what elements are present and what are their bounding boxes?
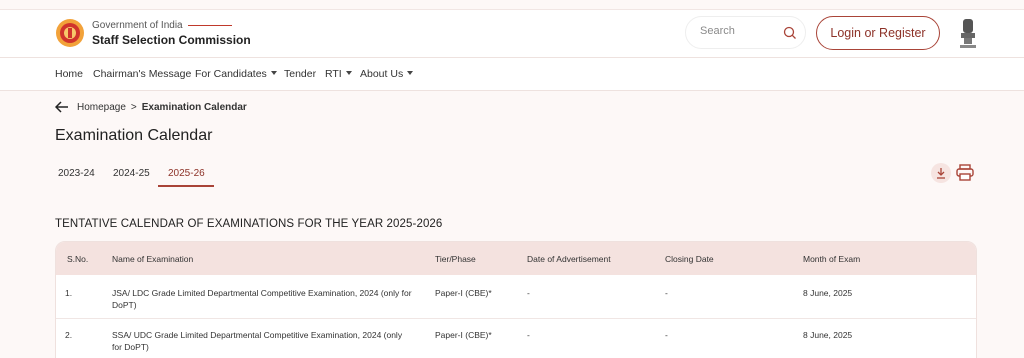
nav-tender[interactable]: Tender: [284, 68, 316, 80]
caret-down-icon: [407, 71, 414, 75]
table-row: 1. JSA/ LDC Grade Limited Departmental C…: [56, 275, 976, 319]
login-register-button[interactable]: Login or Register: [816, 16, 940, 50]
section-title: TENTATIVE CALENDAR OF EXAMINATIONS FOR T…: [55, 218, 443, 230]
top-strip: [0, 0, 1024, 10]
active-tab-indicator: [158, 185, 214, 187]
breadcrumb-home[interactable]: Homepage: [77, 102, 126, 113]
site-header: Government of India Staff Selection Comm…: [0, 10, 1024, 58]
org-name[interactable]: Staff Selection Commission: [92, 33, 251, 47]
col-tier: Tier/Phase: [435, 254, 476, 264]
tab-2023-24[interactable]: 2023-24: [58, 168, 95, 179]
col-closing-date: Closing Date: [665, 254, 714, 264]
cell-sno: 1.: [65, 288, 73, 298]
cell-closing-date: -: [665, 330, 668, 340]
nav-for-candidates[interactable]: For Candidates: [195, 68, 277, 80]
breadcrumb-separator: >: [130, 101, 137, 113]
search-input[interactable]: [700, 25, 780, 37]
breadcrumb: Homepage > Examination Calendar: [55, 101, 247, 113]
print-icon[interactable]: [956, 164, 974, 181]
back-arrow-icon[interactable]: [55, 101, 69, 113]
ssc-logo-icon[interactable]: [55, 18, 85, 48]
breadcrumb-current: Examination Calendar: [141, 101, 247, 113]
col-advertisement: Date of Advertisement: [527, 254, 611, 264]
national-emblem-icon: [960, 19, 976, 48]
cell-advertisement: -: [527, 330, 530, 340]
cell-advertisement: -: [527, 288, 530, 298]
cell-tier: Paper-I (CBE)*: [435, 288, 492, 298]
col-exam-name: Name of Examination: [112, 254, 194, 264]
exam-calendar-table: S.No. Name of Examination Tier/Phase Dat…: [55, 241, 977, 358]
tab-2025-26[interactable]: 2025-26: [168, 168, 205, 179]
page-title: Examination Calendar: [55, 127, 213, 144]
download-icon: [937, 168, 945, 179]
table-header: S.No. Name of Examination Tier/Phase Dat…: [56, 242, 976, 275]
table-row: 2. SSA/ UDC Grade Limited Departmental C…: [56, 319, 976, 358]
col-month: Month of Exam: [803, 254, 861, 264]
cell-tier: Paper-I (CBE)*: [435, 330, 492, 340]
download-button[interactable]: [931, 163, 951, 183]
org-line: Government of India: [92, 20, 183, 31]
cell-month: 8 June, 2025: [803, 288, 853, 298]
cell-sno: 2.: [65, 330, 73, 340]
nav-about-us[interactable]: About Us: [360, 68, 414, 80]
logo-divider: [188, 25, 232, 26]
cell-exam-name: SSA/ UDC Grade Limited Departmental Comp…: [112, 330, 403, 352]
nav-chairmans-message[interactable]: Chairman's Message: [93, 68, 191, 80]
cell-closing-date: -: [665, 288, 668, 298]
caret-down-icon: [270, 71, 277, 75]
search-box[interactable]: [685, 16, 806, 49]
cell-month: 8 June, 2025: [803, 330, 853, 340]
search-icon[interactable]: [783, 26, 797, 40]
main-nav: Home Chairman's Message For Candidates T…: [0, 58, 1024, 91]
col-sno: S.No.: [67, 254, 89, 264]
caret-down-icon: [345, 71, 352, 75]
cell-exam-name: JSA/ LDC Grade Limited Departmental Comp…: [112, 288, 412, 310]
tab-2024-25[interactable]: 2024-25: [113, 168, 150, 179]
nav-rti[interactable]: RTI: [325, 68, 352, 80]
nav-home[interactable]: Home: [55, 68, 83, 80]
